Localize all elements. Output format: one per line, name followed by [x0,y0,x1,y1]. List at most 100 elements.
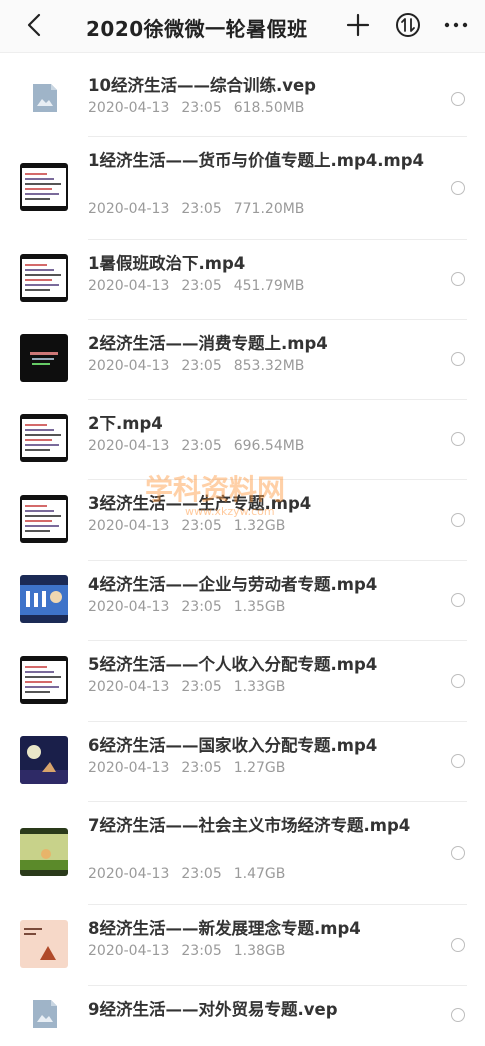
file-size: 1.35GB [233,599,286,615]
file-name: 5经济生活——个人收入分配专题.mp4 [88,655,378,674]
file-thumbnail [20,495,68,543]
file-date: 2020-04-13 [88,866,170,882]
file-row[interactable]: 6经济生活——国家收入分配专题.mp4 2020-04-13 23:05 1.27GB [0,722,485,802]
select-radio[interactable] [451,181,465,195]
file-name: 9经济生活——对外贸易专题.vep [88,1000,338,1019]
file-time: 23:05 [181,438,222,454]
file-meta: 2020-04-13 23:05 1.27GB [88,760,297,776]
file-name: 8经济生活——新发展理念专题.mp4 [88,919,361,938]
file-size: 853.32MB [233,358,305,374]
file-meta: 2020-04-13 23:05 1.33GB [88,679,297,695]
file-row[interactable]: 8经济生活——新发展理念专题.mp4 2020-04-13 23:05 1.38GB [0,905,485,986]
file-meta: 2020-04-13 23:05 771.20MB [88,201,316,217]
file-date: 2020-04-13 [88,599,170,615]
select-radio[interactable] [451,674,465,688]
file-meta: 2020-04-13 23:05 1.32GB [88,518,297,534]
file-thumbnail [20,575,68,623]
file-thumbnail [20,334,68,382]
file-date: 2020-04-13 [88,518,170,534]
file-meta: 2020-04-13 23:05 853.32MB [88,358,316,374]
file-thumbnail [20,920,68,968]
file-size: 1.47GB [233,866,286,882]
file-row[interactable]: 5经济生活——个人收入分配专题.mp4 2020-04-13 23:05 1.33GB [0,641,485,722]
plus-icon [346,13,370,37]
video-file-icon [33,84,57,112]
file-date: 2020-04-13 [88,201,170,217]
file-time: 23:05 [181,760,222,776]
file-row[interactable]: 1暑假班政治下.mp4 2020-04-13 23:05 451.79MB [0,240,485,320]
file-name: 1经济生活——货币与价值专题上.mp4.mp4 [88,151,424,170]
select-radio[interactable] [451,513,465,527]
file-row[interactable]: 1经济生活——货币与价值专题上.mp4.mp4 2020-04-13 23:05 77… [0,137,485,240]
file-row[interactable]: 2经济生活——消费专题上.mp4 2020-04-13 23:05 853.32MB [0,320,485,400]
file-name: 7经济生活——社会主义市场经济专题.mp4 [88,816,411,835]
file-thumbnail [20,656,68,704]
add-button[interactable] [342,9,374,41]
select-radio[interactable] [451,938,465,952]
top-bar: 2020徐微微一轮暑假班 [0,0,485,53]
video-thumbnail [20,656,68,704]
file-row[interactable]: 7经济生活——社会主义市场经济专题.mp4 2020-04-13 23:05 1.47… [0,802,485,905]
file-date: 2020-04-13 [88,679,170,695]
file-thumbnail [20,414,68,462]
back-button[interactable] [18,8,52,42]
file-meta: 2020-04-13 23:05 1.38GB [88,943,297,959]
file-time: 23:05 [181,358,222,374]
select-radio[interactable] [451,593,465,607]
file-size: 696.54MB [233,438,305,454]
file-thumbnail [20,74,68,122]
file-thumbnail [20,828,68,876]
file-time: 23:05 [181,278,222,294]
select-radio[interactable] [451,754,465,768]
file-time: 23:05 [181,100,222,116]
file-thumbnail [20,990,68,1038]
watermark: 学科资料网 [145,473,286,506]
file-name: 1暑假班政治下.mp4 [88,254,246,273]
sort-icon [396,13,420,37]
video-thumbnail [20,736,68,784]
select-radio[interactable] [451,1008,465,1022]
file-size: 1.33GB [233,679,286,695]
select-radio[interactable] [451,92,465,106]
video-thumbnail [20,920,68,968]
file-thumbnail [20,254,68,302]
video-thumbnail [20,495,68,543]
file-row[interactable]: 9经济生活——对外贸易专题.vep [0,986,485,1046]
file-date: 2020-04-13 [88,358,170,374]
page-title: 2020徐微微一轮暑假班 [86,17,308,41]
file-time: 23:05 [181,866,222,882]
file-meta: 2020-04-13 23:05 696.54MB [88,438,316,454]
file-name: 4经济生活——企业与劳动者专题.mp4 [88,575,378,594]
file-name: 2经济生活——消费专题上.mp4 [88,334,328,353]
select-radio[interactable] [451,846,465,860]
select-radio[interactable] [451,272,465,286]
select-radio[interactable] [451,432,465,446]
file-size: 451.79MB [233,278,305,294]
video-thumbnail [20,334,68,382]
video-thumbnail [20,254,68,302]
file-meta: 2020-04-13 23:05 618.50MB [88,100,316,116]
file-name: 6经济生活——国家收入分配专题.mp4 [88,736,378,755]
sort-button[interactable] [392,9,424,41]
file-size: 771.20MB [233,201,305,217]
file-row[interactable]: 4经济生活——企业与劳动者专题.mp4 2020-04-13 23:05 1.35GB [0,561,485,641]
video-thumbnail [20,828,68,876]
file-thumbnail [20,163,68,211]
file-time: 23:05 [181,201,222,217]
file-date: 2020-04-13 [88,278,170,294]
video-thumbnail [20,575,68,623]
file-time: 23:05 [181,679,222,695]
file-time: 23:05 [181,518,222,534]
watermark-url: www.xkzyw.com [185,505,275,518]
file-size: 618.50MB [233,100,305,116]
file-row[interactable]: 10经济生活——综合训练.vep 2020-04-13 23:05 618.50MB [0,62,485,137]
file-date: 2020-04-13 [88,943,170,959]
video-thumbnail [20,163,68,211]
file-time: 23:05 [181,943,222,959]
file-thumbnail [20,736,68,784]
file-meta [88,1024,124,1040]
file-time: 23:05 [181,599,222,615]
select-radio[interactable] [451,352,465,366]
more-button[interactable] [440,9,472,41]
file-name: 10经济生活——综合训练.vep [88,76,316,95]
